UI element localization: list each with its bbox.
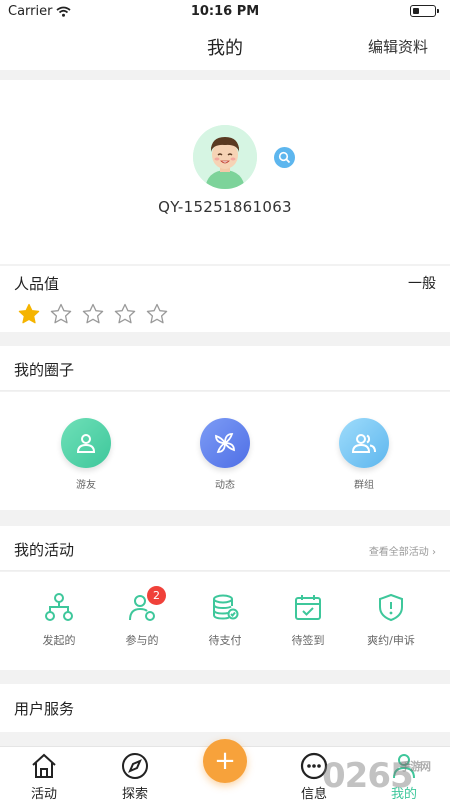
activity-item-label: 待签到 [291,634,325,647]
circle-item-label: 游友 [76,480,96,491]
nav-bar: 我的 编辑资料 [0,22,450,70]
star-empty-icon [114,303,136,324]
activity-item-pending-payment[interactable]: 待支付 [185,592,265,648]
my-activities-section: 发起的 2 参与的 待支付 待签到 爽约/申诉 [0,572,450,670]
home-icon [29,751,59,781]
tab-label: 探索 [121,787,148,800]
battery-fill [412,7,419,14]
avatar[interactable] [193,125,257,189]
notification-badge: 2 [147,586,166,605]
activity-item-label: 参与的 [125,634,159,647]
person-join-icon: 2 [127,586,166,622]
activity-item-label: 爽约/申诉 [367,634,415,647]
section-title: 我的活动 [14,541,75,559]
group-icon [339,418,389,468]
status-bar: Carrier 10:16 PM [0,0,450,22]
my-activities-header: 我的活动 查看全部活动 › [0,526,450,571]
star-empty-icon [82,303,104,324]
rating-level: 一般 [408,276,436,292]
section-title: 我的圈子 [14,361,75,379]
star-filled-icon [18,303,40,324]
calendar-check-icon [293,592,323,622]
circle-item-label: 动态 [215,480,235,491]
activity-item-label: 发起的 [42,634,76,647]
create-button[interactable]: + [203,739,247,783]
circle-item-groups[interactable]: 群组 [324,418,404,491]
pinwheel-icon [200,418,250,468]
activity-item-no-show-appeal[interactable]: 爽约/申诉 [351,592,431,648]
coins-icon [210,592,240,622]
star-empty-icon [50,303,72,324]
section-title: 用户服务 [14,700,75,718]
user-icon [61,418,111,468]
plus-icon: + [214,746,236,776]
tab-activities[interactable]: 活动 [9,751,79,800]
activity-item-initiated[interactable]: 发起的 [19,592,99,648]
tab-label: 活动 [30,787,57,800]
view-all-label: 查看全部活动 [368,547,429,558]
activity-item-joined[interactable]: 2 参与的 [102,586,182,648]
battery-icon [410,5,439,17]
my-circle-section: 游友 动态 群组 [0,392,450,510]
view-all-activities-link[interactable]: 查看全部活动 › [369,543,436,558]
user-id: QY-15251861063 [158,198,292,216]
shield-alert-icon [376,592,406,622]
user-services-section[interactable]: 用户服务 [0,684,450,732]
circle-item-friends[interactable]: 游友 [46,418,126,491]
compass-icon [120,751,150,781]
rating-stars [18,303,168,325]
edit-profile-button[interactable]: 编辑资料 [368,36,428,57]
watermark: 0265 手游网 [322,756,431,796]
status-time: 10:16 PM [190,4,260,19]
character-rating: 人品值 一般 [0,266,450,332]
circle-item-label: 群组 [354,480,374,491]
activity-item-label: 待支付 [208,634,242,647]
rating-label: 人品值 [14,275,60,293]
profile-card: QY-15251861063 [0,80,450,264]
search-icon[interactable] [274,147,295,168]
activity-item-check-in[interactable]: 待签到 [268,592,348,648]
avatar-boy-icon [193,125,257,189]
star-empty-icon [146,303,168,324]
watermark-subtext: 手游网 [400,760,431,773]
tab-explore[interactable]: 探索 [100,751,170,800]
my-circle-header: 我的圈子 [0,346,450,391]
network-icon [44,592,74,622]
circle-item-feed[interactable]: 动态 [185,418,265,491]
